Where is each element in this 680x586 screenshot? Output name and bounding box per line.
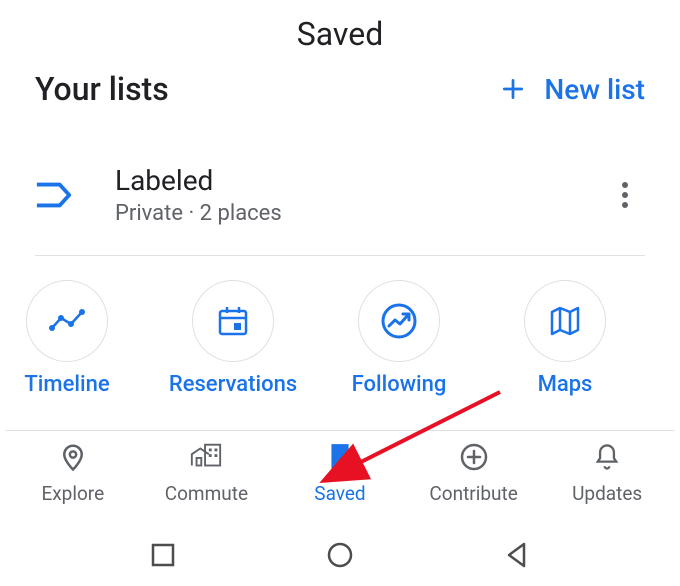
label-tag-icon <box>35 180 95 210</box>
commute-icon <box>189 442 223 476</box>
divider <box>35 255 645 256</box>
map-icon <box>524 280 606 362</box>
shortcut-maps[interactable]: Maps <box>510 280 620 397</box>
shortcut-label: Reservations <box>169 372 297 397</box>
shortcut-reservations[interactable]: Reservations <box>178 280 288 397</box>
system-overview-button[interactable] <box>150 542 176 568</box>
calendar-icon <box>192 280 274 362</box>
tab-label: Contribute <box>429 482 517 505</box>
shortcut-label: Following <box>352 372 447 397</box>
bookmark-icon <box>327 442 353 476</box>
list-meta: Private · 2 places <box>115 201 605 226</box>
bell-icon <box>593 442 621 476</box>
page-title: Saved <box>0 15 680 53</box>
plus-circle-icon <box>459 442 489 476</box>
new-list-button[interactable]: New list <box>500 73 645 106</box>
bottom-nav: Explore Commute Saved <box>6 430 674 516</box>
plus-icon <box>500 76 526 102</box>
system-nav-bar <box>0 530 680 580</box>
tab-updates[interactable]: Updates <box>540 442 674 505</box>
your-lists-title: Your lists <box>35 70 169 108</box>
shortcut-following[interactable]: Following <box>344 280 454 397</box>
shortcut-timeline[interactable]: Timeline <box>12 280 122 397</box>
tab-contribute[interactable]: Contribute <box>407 442 541 505</box>
pin-icon <box>58 442 88 476</box>
tab-label: Updates <box>572 482 642 505</box>
system-back-button[interactable] <box>504 541 530 569</box>
tab-label: Commute <box>165 482 248 505</box>
tab-label: Explore <box>41 482 104 505</box>
tab-saved[interactable]: Saved <box>273 442 407 505</box>
following-icon <box>358 280 440 362</box>
new-list-label: New list <box>544 73 645 106</box>
tab-label: Saved <box>314 482 365 505</box>
list-name: Labeled <box>115 164 605 197</box>
timeline-icon <box>26 280 108 362</box>
list-overflow-menu[interactable] <box>605 175 645 215</box>
shortcut-label: Maps <box>538 372 593 397</box>
shortcut-label: Timeline <box>24 372 109 397</box>
system-home-button[interactable] <box>326 541 354 569</box>
tab-commute[interactable]: Commute <box>140 442 274 505</box>
list-item-labeled[interactable]: Labeled Private · 2 places <box>35 155 645 235</box>
tab-explore[interactable]: Explore <box>6 442 140 505</box>
